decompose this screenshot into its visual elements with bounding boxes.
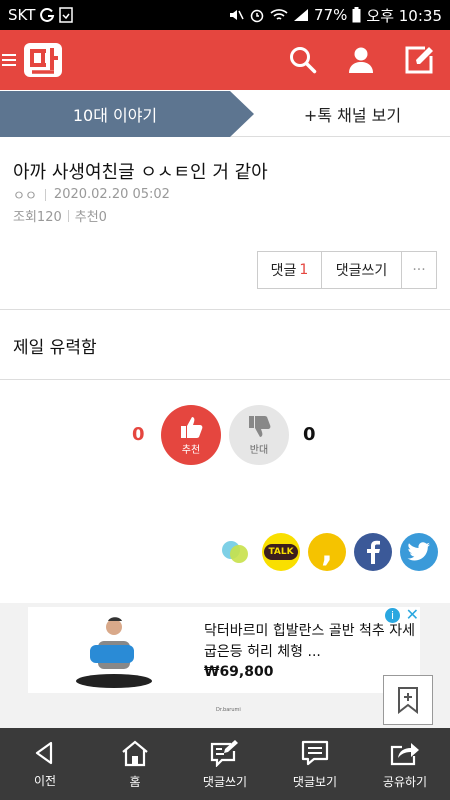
search-button[interactable] (286, 43, 320, 77)
g-icon (39, 7, 55, 23)
comments-label: 댓글 (270, 263, 297, 279)
download-icon (59, 7, 74, 23)
nav-label: 공유하기 (382, 774, 428, 789)
menu-icon[interactable] (2, 51, 20, 69)
alarm-icon (249, 7, 265, 23)
battery-icon (352, 7, 361, 23)
facebook-share-button[interactable] (354, 533, 392, 571)
nav-view-comments[interactable]: 댓글보기 (270, 728, 360, 800)
board-tabs: 10대 이야기 +톡 채널 보기 (0, 91, 450, 137)
comments-count: 1 (299, 262, 309, 278)
back-icon (35, 741, 53, 764)
comment-bar: 댓글 1 댓글쓰기 ··· (257, 251, 437, 289)
ad-banner[interactable]: 닥터바르미 힙발란스 골반 척추 자세 굽은등 허리 체형 ... ₩69,80… (28, 605, 420, 693)
post-meta: ㅇㅇ 2020.02.20 05:02 (13, 185, 170, 204)
nav-label: 이전 (33, 773, 57, 788)
twitter-share-button[interactable] (400, 533, 438, 571)
wifi-icon (270, 8, 288, 22)
kakaotalk-icon: TALK (264, 544, 298, 560)
ad-close-icon[interactable]: ✕ (406, 605, 419, 624)
meta-divider (44, 188, 46, 201)
write-post-button[interactable] (402, 43, 436, 77)
line-share-button[interactable] (216, 533, 254, 571)
ad-price: ₩69,800 (204, 664, 274, 680)
ad-info-icon[interactable]: i (385, 608, 400, 623)
carrier-label: SKT (8, 6, 36, 24)
ad-title: 닥터바르미 힙발란스 골반 척추 자세 굽은등 허리 체형 ... (204, 623, 415, 660)
upvote-label: 추천 (181, 445, 201, 456)
nav-share[interactable]: 공유하기 (360, 728, 450, 800)
view-count: 조회120 (13, 210, 62, 225)
status-bar: SKT 77% 오후 10:35 (0, 0, 450, 30)
nav-label: 댓글쓰기 (202, 774, 248, 789)
search-icon (290, 47, 317, 74)
facebook-icon (367, 540, 380, 564)
downvote-button[interactable]: 반대 (229, 405, 289, 465)
kakaotalk-share-button[interactable]: TALK (262, 533, 300, 571)
app-header (0, 30, 450, 90)
view-comments-icon (301, 740, 329, 765)
comments-button[interactable]: 댓글 1 (258, 252, 322, 288)
pann-logo[interactable] (22, 39, 64, 81)
nav-label: 댓글보기 (292, 774, 338, 789)
bookmark-add-icon (398, 687, 418, 714)
tab-label: 10대 이야기 (72, 106, 158, 125)
profile-button[interactable] (344, 43, 378, 77)
post-title: 아까 사생여친글 ㅇㅅㅌ인 거 같아 (13, 162, 268, 183)
post-stats: 조회120 추천0 (13, 206, 107, 225)
nav-home[interactable]: 홈 (90, 728, 180, 800)
tab-teen-stories[interactable]: 10대 이야기 (0, 91, 255, 137)
tab-talk-channel[interactable]: +톡 채널 보기 (255, 91, 450, 136)
divider (0, 379, 450, 380)
home-icon (122, 740, 148, 766)
signal-icon (293, 8, 309, 22)
bottom-nav: 이전 홈 댓글쓰기 댓글보기 공유하기 (0, 728, 450, 800)
write-comment-icon (210, 739, 238, 767)
post-date: 2020.02.20 05:02 (53, 187, 170, 202)
downvote-label: 반대 (249, 445, 269, 456)
ad-product-image (68, 611, 158, 691)
thumbs-down-icon (249, 416, 271, 437)
recommend-count: 추천0 (74, 210, 107, 225)
more-button[interactable]: ··· (402, 252, 436, 288)
clock: 오후 10:35 (366, 6, 442, 25)
share-bar: TALK , (216, 533, 438, 571)
divider (0, 309, 450, 310)
screen: SKT 77% 오후 10:35 10대 이야기 +톡 채널 보기 아까 사생여… (0, 0, 450, 800)
chat-bubbles-icon (222, 541, 248, 563)
nav-write-comment[interactable]: 댓글쓰기 (180, 728, 270, 800)
person-icon (349, 47, 373, 73)
author-name[interactable]: ㅇㅇ (13, 185, 37, 204)
share-icon (390, 742, 419, 765)
post-body: 제일 유력함 (13, 338, 97, 358)
meta-divider (67, 209, 69, 222)
ad-brand-caption: Dr.barumi (216, 707, 241, 713)
downvote-count: 0 (303, 424, 316, 445)
twitter-icon (407, 542, 430, 561)
nav-back[interactable]: 이전 (0, 728, 90, 800)
mute-icon (228, 7, 244, 23)
upvote-button[interactable]: 추천 (161, 405, 221, 465)
vote-area: 0 추천 반대 0 (0, 405, 450, 465)
thumbs-up-icon (181, 417, 203, 438)
write-comment-button[interactable]: 댓글쓰기 (322, 252, 402, 288)
edit-icon (405, 46, 433, 74)
nav-label: 홈 (129, 774, 141, 789)
upvote-count: 0 (132, 424, 145, 445)
bookmark-button[interactable] (383, 675, 433, 725)
battery-percent: 77% (314, 6, 348, 24)
kakaostory-share-button[interactable]: , (308, 533, 346, 571)
kakaostory-icon: , (321, 534, 333, 569)
